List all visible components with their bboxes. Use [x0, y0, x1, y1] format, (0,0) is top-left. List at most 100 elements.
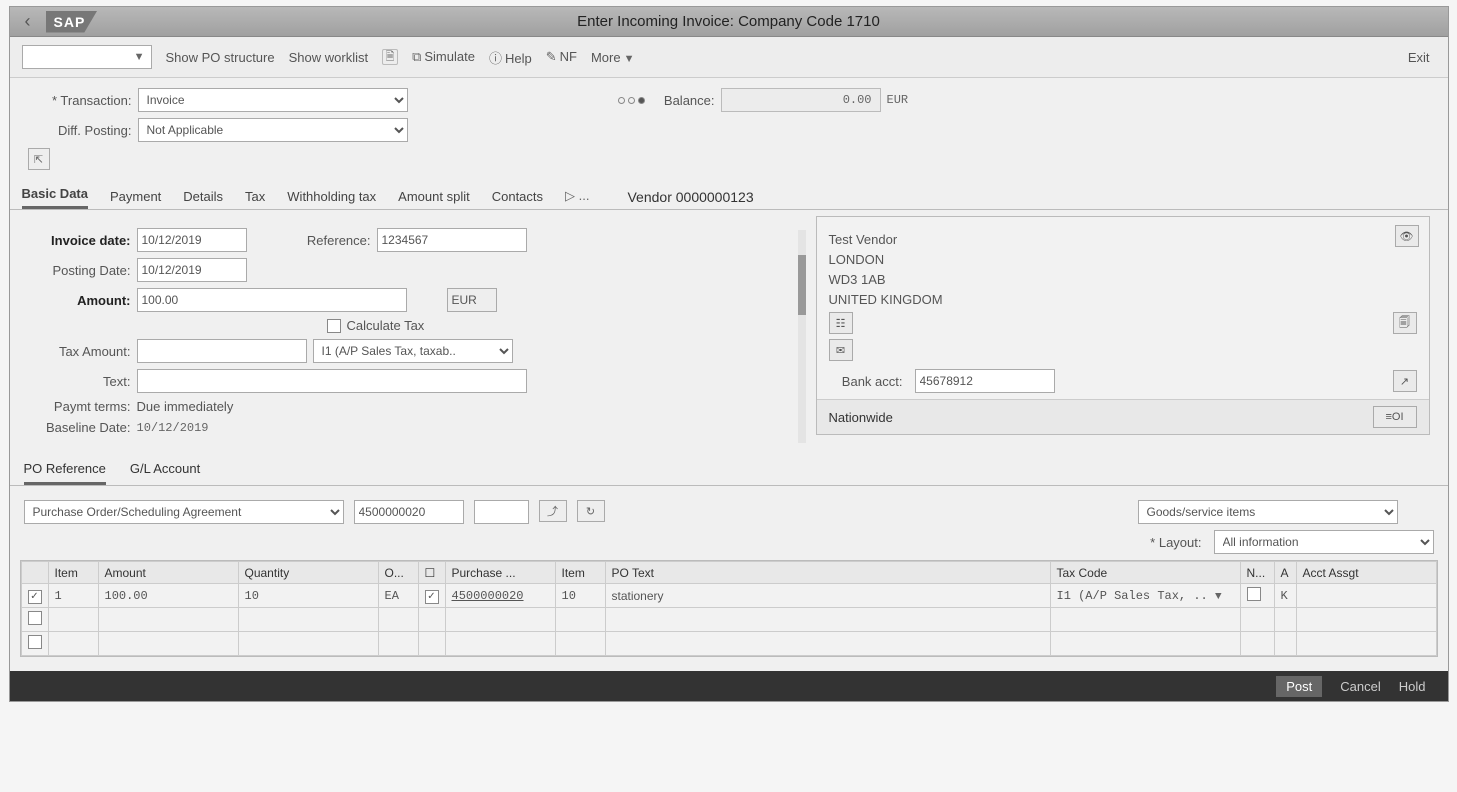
amount-currency[interactable] [447, 288, 497, 312]
col-a[interactable]: A [1274, 562, 1296, 584]
col-n[interactable]: N... [1240, 562, 1274, 584]
po-refresh-button[interactable]: ↻ [577, 500, 605, 522]
item-type-select[interactable]: Goods/service items [1138, 500, 1398, 524]
tax-amount-input[interactable] [137, 339, 307, 363]
cell-purchase-order-link[interactable]: 4500000020 [445, 584, 555, 608]
col-acct-assgt[interactable]: Acct Assgt [1296, 562, 1436, 584]
po-search-button[interactable]: ⤴ [539, 500, 567, 522]
document-icon[interactable]: 🗎 [382, 49, 398, 65]
cell-amount[interactable]: 100.00 [98, 584, 238, 608]
titlebar: ‹ SAP Enter Incoming Invoice: Company Co… [10, 7, 1448, 37]
nf-link[interactable]: ✎NF [546, 49, 577, 65]
tab-payment[interactable]: Payment [110, 189, 161, 209]
post-button[interactable]: Post [1276, 676, 1322, 697]
bank-acct-input[interactable] [915, 369, 1055, 393]
vendor-name: Test Vendor [829, 232, 1417, 247]
nf-icon: ✎ [546, 49, 557, 64]
vendor-attachment-icon[interactable]: 🗐 [1393, 312, 1417, 334]
text-input[interactable] [137, 369, 527, 393]
nf-label: NF [560, 49, 577, 64]
open-items-button[interactable]: ≡ OI [1373, 406, 1417, 428]
oi-label: OI [1392, 411, 1404, 423]
panel-scrollbar[interactable] [798, 230, 806, 443]
vendor-header: Vendor 0000000123 [623, 189, 753, 205]
tab-gl-account[interactable]: G/L Account [130, 461, 200, 485]
hold-button[interactable]: Hold [1399, 679, 1426, 694]
reference-label: Reference: [247, 233, 377, 248]
expand-header-button[interactable]: ⇱ [28, 148, 50, 170]
show-po-structure-link[interactable]: Show PO structure [166, 50, 275, 65]
amount-input[interactable] [137, 288, 407, 312]
paymt-terms-label: Paymt terms: [22, 399, 137, 414]
show-worklist-link[interactable]: Show worklist [289, 50, 368, 65]
col-tax[interactable]: Tax Code [1050, 562, 1240, 584]
tab-details[interactable]: Details [183, 189, 223, 209]
po-item-input[interactable] [474, 500, 529, 524]
sap-logo: SAP [46, 11, 98, 33]
table-row[interactable]: 1 100.00 10 EA 4500000020 10 stationery … [21, 584, 1436, 608]
vendor-postcode: WD3 1AB [829, 272, 1417, 287]
exit-link[interactable]: Exit [1408, 50, 1430, 65]
col-quantity[interactable]: Quantity [238, 562, 378, 584]
row-select-checkbox[interactable] [28, 635, 42, 649]
tab-po-reference[interactable]: PO Reference [24, 461, 106, 485]
vendor-display-button[interactable]: 👁 [1395, 225, 1419, 247]
chevron-down-icon: ▼ [134, 51, 145, 63]
tax-amount-label: Tax Amount: [22, 344, 137, 359]
doc-type-select[interactable]: Purchase Order/Scheduling Agreement [24, 500, 344, 524]
vendor-contact-icon[interactable]: ✉ [829, 339, 853, 361]
bank-details-button[interactable]: ↗ [1393, 370, 1417, 392]
table-row[interactable] [21, 632, 1436, 656]
tab-amount-split[interactable]: Amount split [398, 189, 470, 209]
col-o[interactable]: O... [378, 562, 418, 584]
tab-tax[interactable]: Tax [245, 189, 265, 209]
vendor-address-icon[interactable]: ☷ [829, 312, 853, 334]
reference-input[interactable] [377, 228, 527, 252]
diff-posting-select[interactable]: Not Applicable [138, 118, 408, 142]
balance-currency: EUR [887, 93, 909, 107]
po-number-input[interactable] [354, 500, 464, 524]
posting-date-input[interactable] [137, 258, 247, 282]
tab-more[interactable]: ▷ ... [565, 188, 589, 209]
cell-acct-assgt[interactable] [1296, 584, 1436, 608]
col-item2[interactable]: Item [555, 562, 605, 584]
col-amount[interactable]: Amount [98, 562, 238, 584]
col-purchase[interactable]: Purchase ... [445, 562, 555, 584]
amount-label: Amount: [22, 293, 137, 308]
cell-quantity[interactable]: 10 [238, 584, 378, 608]
balance-label: Balance: [651, 93, 721, 108]
row-select-checkbox[interactable] [28, 611, 42, 625]
cell-item: 1 [48, 584, 98, 608]
col-po-text[interactable]: PO Text [605, 562, 1050, 584]
invoice-date-input[interactable] [137, 228, 247, 252]
cell-tax-code[interactable]: I1 (A/P Sales Tax, .. ▼ [1050, 584, 1240, 608]
layout-select[interactable]: All information [1214, 530, 1434, 554]
tab-withholding-tax[interactable]: Withholding tax [287, 189, 376, 209]
tab-contacts[interactable]: Contacts [492, 189, 543, 209]
more-menu[interactable]: More ▼ [591, 50, 635, 65]
row-select-checkbox[interactable] [28, 590, 42, 604]
tab-basic-data[interactable]: Basic Data [22, 186, 88, 209]
table-row[interactable] [21, 608, 1436, 632]
cell-po-item: 10 [555, 584, 605, 608]
tax-code-select[interactable]: I1 (A/P Sales Tax, taxab.. [313, 339, 513, 363]
cell-unit: EA [378, 584, 418, 608]
col-item[interactable]: Item [48, 562, 98, 584]
items-table: Item Amount Quantity O... ☐ Purchase ...… [20, 560, 1438, 657]
back-button[interactable]: ‹ [10, 8, 46, 36]
item-tabs: PO Reference G/L Account [10, 453, 1448, 486]
simulate-link[interactable]: ⧉Simulate [412, 49, 475, 65]
window-title: Enter Incoming Invoice: Company Code 171… [10, 13, 1448, 30]
simulate-label: Simulate [424, 49, 475, 64]
transaction-select[interactable]: Invoice [138, 88, 408, 112]
cell-n-checkbox[interactable] [1247, 587, 1261, 601]
vendor-panel: 👁 Test Vendor LONDON WD3 1AB UNITED KING… [810, 210, 1448, 453]
help-link[interactable]: ⓘHelp [489, 48, 532, 67]
calculate-tax-checkbox[interactable] [327, 319, 341, 333]
cancel-button[interactable]: Cancel [1340, 679, 1380, 694]
cell-o-checkbox[interactable] [425, 590, 439, 604]
layout-label: * Layout: [1138, 535, 1208, 550]
col-o-settings[interactable]: ☐ [418, 562, 445, 584]
transaction-selector[interactable]: ▼ [22, 45, 152, 69]
posting-date-label: Posting Date: [22, 263, 137, 278]
